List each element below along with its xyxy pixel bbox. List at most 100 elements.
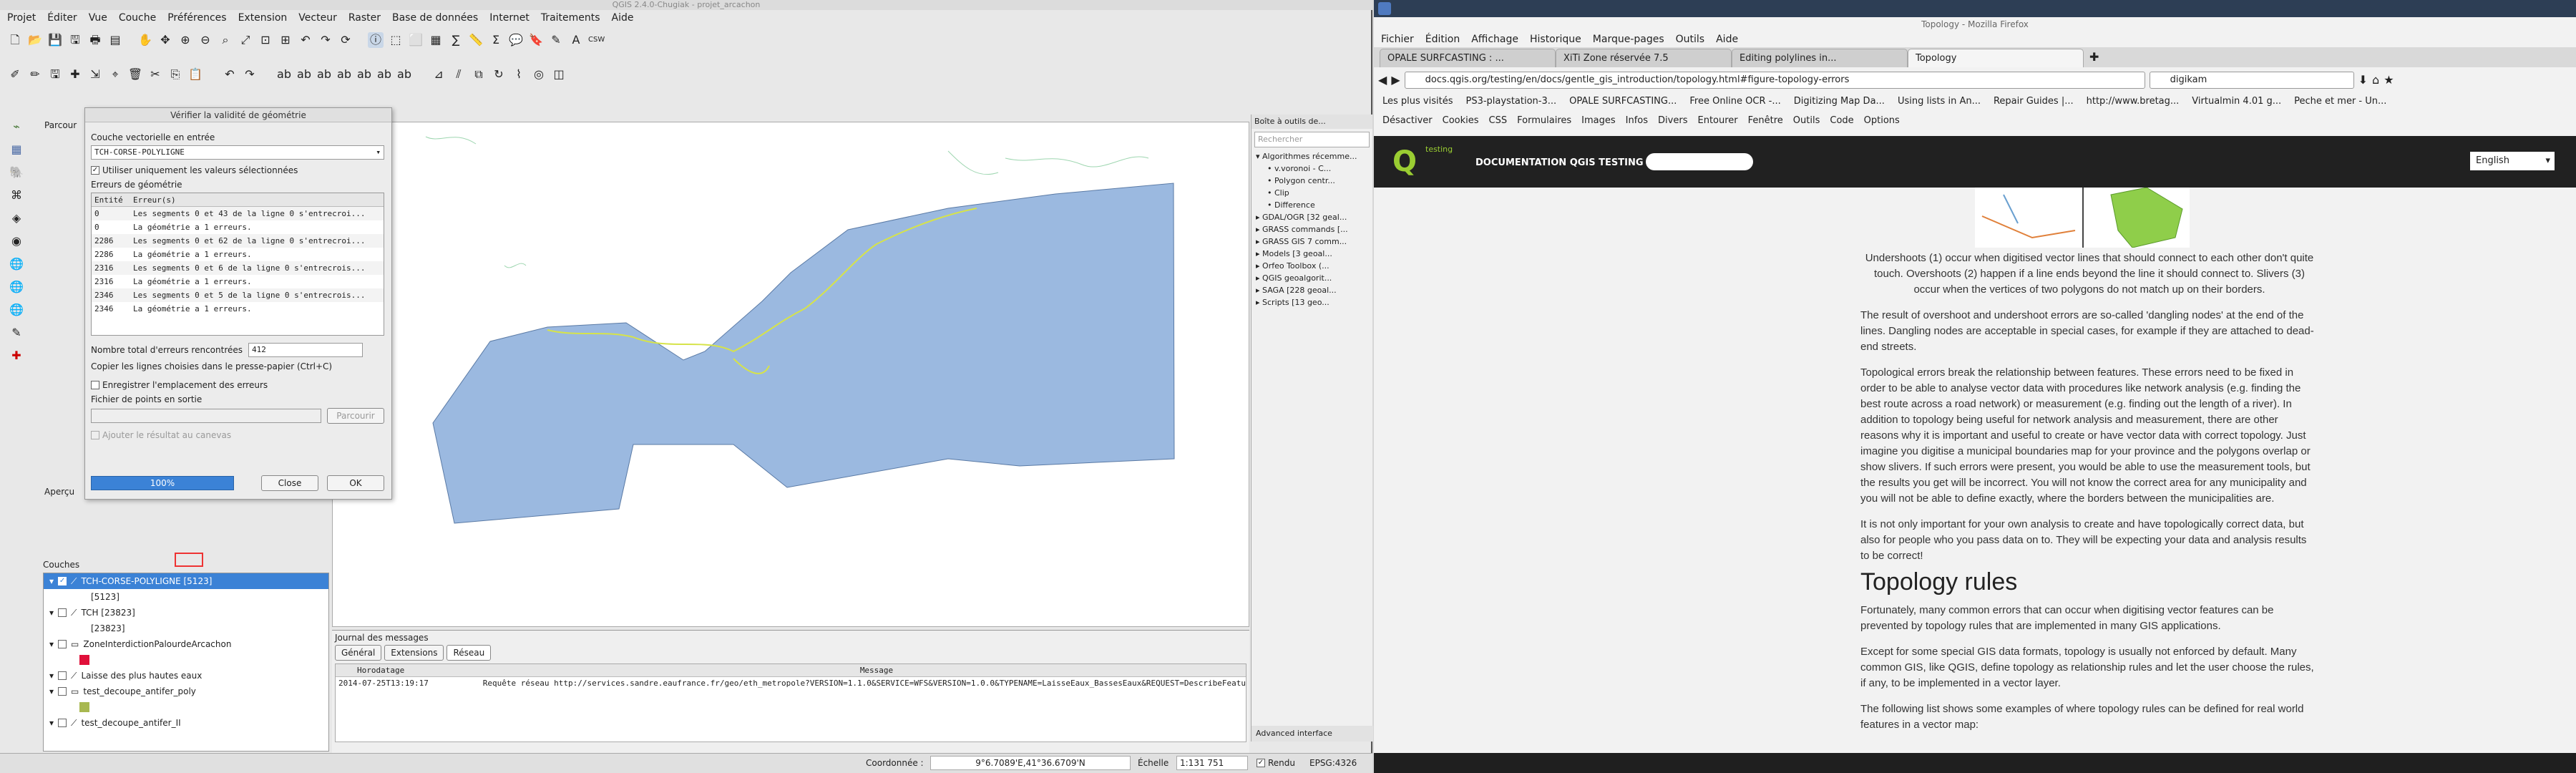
- input-layer-combo[interactable]: TCH-CORSE-POLYLIGNE ▾: [91, 145, 384, 160]
- menu-aide[interactable]: Aide: [612, 10, 634, 26]
- toolbox-item[interactable]: ▸ QGIS geoalgorit...: [1252, 272, 1372, 284]
- toolbox-item[interactable]: ▸ GRASS commands [...: [1252, 223, 1372, 235]
- toolbox-item[interactable]: ▸ GRASS GIS 7 comm...: [1252, 235, 1372, 248]
- app-menu-icon[interactable]: [1378, 2, 1391, 15]
- expand-icon[interactable]: ▾: [49, 684, 54, 699]
- tab-editing-polylines[interactable]: Editing polylines in...: [1732, 49, 1908, 67]
- layer-row-antifer-poly[interactable]: ▾ ▭ test_decoupe_antifer_poly: [44, 684, 328, 699]
- add-wcs-layer-icon[interactable]: 🌐: [7, 279, 26, 298]
- layer-row-tch[interactable]: ▾ ⟋ TCH [23823]: [44, 605, 328, 621]
- webdev-item[interactable]: Fenêtre: [1748, 112, 1783, 130]
- paste-features-icon[interactable]: 📋: [187, 67, 203, 82]
- webdev-item[interactable]: Formulaires: [1517, 112, 1571, 130]
- add-raster-layer-icon[interactable]: ▦: [7, 142, 26, 160]
- node-tool-icon[interactable]: ⌖: [107, 67, 123, 82]
- home-icon[interactable]: ⌂: [2372, 72, 2379, 88]
- search-input[interactable]: digikam: [2149, 72, 2354, 89]
- move-feature-icon[interactable]: ⇲: [87, 67, 103, 82]
- menu-internet[interactable]: Internet: [489, 10, 530, 26]
- zoom-out-icon[interactable]: ⊖: [197, 32, 213, 48]
- menu-traitements[interactable]: Traitements: [541, 10, 600, 26]
- layer-visibility-checkbox[interactable]: [58, 719, 67, 727]
- errors-table[interactable]: Entité Erreur(s) 0 Les segments 0 et 43 d…: [91, 193, 384, 336]
- toolbox-item[interactable]: ▸ GDAL/OGR [32 geal...: [1252, 211, 1372, 223]
- tab-reseau[interactable]: Réseau: [447, 645, 492, 661]
- zoom-full-icon[interactable]: ⤢: [238, 32, 253, 48]
- expand-icon[interactable]: ▾: [49, 715, 54, 731]
- col-entity[interactable]: Entité: [92, 193, 133, 206]
- tab-opale[interactable]: OPALE SURFCASTING : ...: [1380, 49, 1556, 67]
- digitize-tool-icon[interactable]: ⊿: [431, 67, 447, 82]
- bookmark-item[interactable]: PS3-playstation-3...: [1465, 93, 1556, 110]
- bookmark-item[interactable]: Les plus visités: [1382, 93, 1453, 110]
- print-composer-icon[interactable]: 🖶: [87, 32, 103, 48]
- overview-extent-box[interactable]: [175, 553, 203, 567]
- layer-visibility-checkbox[interactable]: [58, 687, 67, 696]
- webdev-item[interactable]: Désactiver: [1382, 112, 1433, 130]
- col-errors[interactable]: Erreur(s): [133, 193, 176, 206]
- coordinate-value[interactable]: 9°6.7089'E,41°36.6709'N: [930, 756, 1131, 770]
- url-bar[interactable]: docs.qgis.org/testing/en/docs/gentle_gis…: [1404, 72, 2145, 89]
- add-result-checkbox[interactable]: [91, 431, 99, 439]
- copy-features-icon[interactable]: ⎘: [167, 67, 183, 82]
- scale-value[interactable]: 1:131 751: [1176, 756, 1248, 770]
- label-tool-1-icon[interactable]: ab: [276, 67, 292, 82]
- expand-icon[interactable]: ▾: [49, 573, 54, 589]
- toolbox-item[interactable]: ▾ Algorithmes récemme...: [1252, 150, 1372, 162]
- table-row[interactable]: 0 Les segments 0 et 43 de la ligne 0 s'en…: [92, 207, 384, 220]
- bookmark-item[interactable]: Peche et mer - Un...: [2294, 93, 2386, 110]
- expand-icon[interactable]: ▾: [49, 668, 54, 684]
- ff-menu-outils[interactable]: Outils: [1676, 31, 1704, 47]
- output-file-input[interactable]: [91, 409, 321, 423]
- toggle-editing-pencil-icon[interactable]: ✏: [27, 67, 43, 82]
- tab-xiti[interactable]: XiTi Zone réservée 7.5: [1556, 49, 1732, 67]
- undo-icon[interactable]: ↶: [222, 67, 238, 82]
- layer-visibility-checkbox[interactable]: [58, 640, 67, 648]
- label-tool-7-icon[interactable]: ab: [396, 67, 412, 82]
- current-edits-icon[interactable]: ✐: [7, 67, 23, 82]
- ff-menu-fichier[interactable]: Fichier: [1381, 31, 1414, 47]
- layer-row-laisse[interactable]: ▾ ⟋ Laisse des plus hautes eaux: [44, 668, 328, 684]
- toolbox-item[interactable]: ▸ Scripts [13 geo...: [1252, 296, 1372, 308]
- layer-visibility-checkbox[interactable]: [58, 608, 67, 617]
- webdev-item[interactable]: Options: [1864, 112, 1900, 130]
- bookmark-item[interactable]: Repair Guides |...: [1994, 93, 2074, 110]
- add-feature-icon[interactable]: ✚: [67, 67, 83, 82]
- menu-extension[interactable]: Extension: [238, 10, 288, 26]
- webdev-item[interactable]: CSS: [1489, 112, 1508, 130]
- simplify-tool-icon[interactable]: ⌇: [511, 67, 527, 82]
- save-edits-icon[interactable]: 🖫: [47, 67, 63, 82]
- map-tips-icon[interactable]: 💬: [508, 32, 524, 48]
- annotation-icon[interactable]: ✎: [548, 32, 564, 48]
- label-tool-2-icon[interactable]: ab: [296, 67, 312, 82]
- layer-row-tch-corse[interactable]: ▾ ✓ ⟋ TCH-CORSE-POLYLIGNE [5123]: [44, 573, 328, 589]
- menu-base-de-donnees[interactable]: Base de données: [392, 10, 478, 26]
- webdev-item[interactable]: Code: [1830, 112, 1853, 130]
- ff-menu-aide[interactable]: Aide: [1716, 31, 1738, 47]
- field-calculator-icon[interactable]: ∑: [448, 32, 464, 48]
- menu-preferences[interactable]: Préférences: [167, 10, 226, 26]
- label-icon[interactable]: A: [568, 32, 584, 48]
- zoom-selection-icon[interactable]: ⊞: [278, 32, 293, 48]
- ff-menu-affichage[interactable]: Affichage: [1471, 31, 1518, 47]
- deselect-icon[interactable]: ⬜: [408, 32, 424, 48]
- bookmark-item[interactable]: Using lists in An...: [1898, 93, 1981, 110]
- add-vector-layer-icon[interactable]: ⌁: [7, 119, 26, 137]
- statistics-icon[interactable]: Σ: [488, 32, 504, 48]
- delete-selected-icon[interactable]: 🗑: [127, 67, 143, 82]
- part-tool-icon[interactable]: ◫: [551, 67, 567, 82]
- label-tool-6-icon[interactable]: ab: [376, 67, 392, 82]
- zoom-in-icon[interactable]: ⊕: [177, 32, 193, 48]
- zoom-next-icon[interactable]: ↷: [318, 32, 333, 48]
- map-canvas[interactable]: [332, 122, 1249, 627]
- ff-menu-marque-pages[interactable]: Marque-pages: [1593, 31, 1664, 47]
- webdev-item[interactable]: Outils: [1793, 112, 1820, 130]
- bookmark-icon[interactable]: 🔖: [528, 32, 544, 48]
- selected-only-checkbox[interactable]: ✓: [91, 166, 99, 175]
- docs-search-input[interactable]: [1646, 153, 1753, 170]
- toolbox-item[interactable]: ▸ Models [3 geoal...: [1252, 248, 1372, 260]
- attribute-table-icon[interactable]: ▦: [428, 32, 444, 48]
- new-tab-icon[interactable]: ✚: [2089, 47, 2099, 67]
- refresh-icon[interactable]: ⟳: [338, 32, 353, 48]
- close-button[interactable]: Close: [261, 475, 318, 491]
